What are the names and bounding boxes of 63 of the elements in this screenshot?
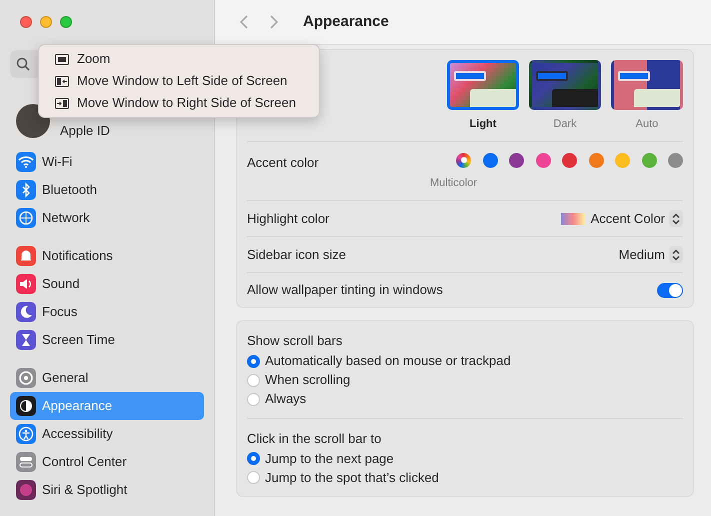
setting-label: Highlight color [247, 210, 330, 228]
back-icon[interactable] [239, 14, 249, 30]
sidebar-item[interactable]: Accessibility [10, 420, 204, 448]
radio-option[interactable]: Jump to the spot that’s clicked [247, 468, 683, 487]
radio-button[interactable] [247, 392, 260, 406]
stepper-icon[interactable] [669, 210, 683, 227]
sidebar-item[interactable]: Wi-Fi [10, 148, 204, 176]
menu-item[interactable]: Move Window to Right Side of Screen [39, 92, 319, 114]
minimize-button[interactable] [40, 16, 52, 28]
radio-option[interactable]: Jump to the next page [247, 449, 683, 468]
radio-option[interactable]: Always [247, 390, 683, 408]
sidebar-item[interactable]: General [10, 364, 204, 392]
menu-item[interactable]: Zoom [39, 48, 319, 70]
color-swatch[interactable] [668, 152, 683, 168]
setting-label: Allow wallpaper tinting in windows [247, 281, 443, 300]
color-swatch[interactable] [588, 152, 604, 168]
theme-label: Dark [553, 117, 577, 132]
sidebar-item[interactable]: Siri & Spotlight [10, 476, 204, 504]
color-swatch[interactable] [482, 152, 498, 168]
sidebar-item[interactable]: Sound [10, 270, 204, 298]
setting-label: Accent color [247, 154, 319, 172]
forward-icon[interactable] [269, 14, 279, 30]
page-title: Appearance [303, 12, 389, 32]
left-half-icon [55, 76, 69, 86]
radio-button[interactable] [247, 374, 260, 386]
setting-label: Sidebar icon size [247, 246, 346, 264]
color-swatch[interactable] [456, 152, 471, 168]
radio-option[interactable]: When scrolling [247, 370, 683, 390]
menu-item[interactable]: Move Window to Left Side of Screen [39, 70, 319, 92]
radio-button[interactable] [247, 354, 260, 368]
window-icon [55, 54, 69, 64]
swatch-caption: Multicolor [430, 176, 478, 190]
group-label: Show scroll bars [247, 332, 344, 350]
radio-option[interactable]: Automatically based on mouse or trackpad [247, 352, 683, 370]
sidebar-item[interactable]: Network [10, 204, 204, 232]
theme-label: Light [470, 117, 496, 132]
group-label: Click in the scroll bar to [247, 430, 382, 448]
highlight-color-value[interactable]: Accent Color [590, 208, 665, 228]
account-label[interactable]: Apple ID [60, 120, 110, 140]
color-swatch[interactable] [509, 152, 524, 168]
color-swatch[interactable] [642, 152, 656, 168]
color-swatch[interactable] [615, 152, 630, 168]
search-icon [16, 57, 30, 71]
sidebar-item[interactable]: Control Center [10, 448, 204, 476]
close-button[interactable] [20, 16, 32, 28]
appearance-thumbnail[interactable] [611, 60, 683, 110]
radio-button[interactable] [247, 471, 260, 484]
appearance-thumbnail[interactable] [529, 60, 601, 110]
radio-button[interactable] [247, 452, 260, 465]
stepper-icon[interactable] [669, 246, 683, 263]
sidebar-item[interactable]: Focus [10, 298, 204, 326]
gradient-swatch [560, 212, 585, 224]
theme-label: Auto [636, 117, 658, 132]
icon-size-value[interactable]: Medium [618, 244, 665, 264]
color-swatch[interactable] [562, 152, 577, 168]
sidebar-item[interactable]: Bluetooth [10, 176, 204, 204]
toggle-switch[interactable] [657, 282, 683, 298]
appearance-thumbnail[interactable] [447, 60, 519, 110]
color-swatch[interactable] [536, 152, 550, 168]
zoom-button[interactable] [60, 16, 72, 28]
right-half-icon [55, 98, 69, 108]
sidebar-item[interactable]: Screen Time [10, 326, 204, 354]
sidebar-item[interactable]: Notifications [10, 242, 204, 270]
